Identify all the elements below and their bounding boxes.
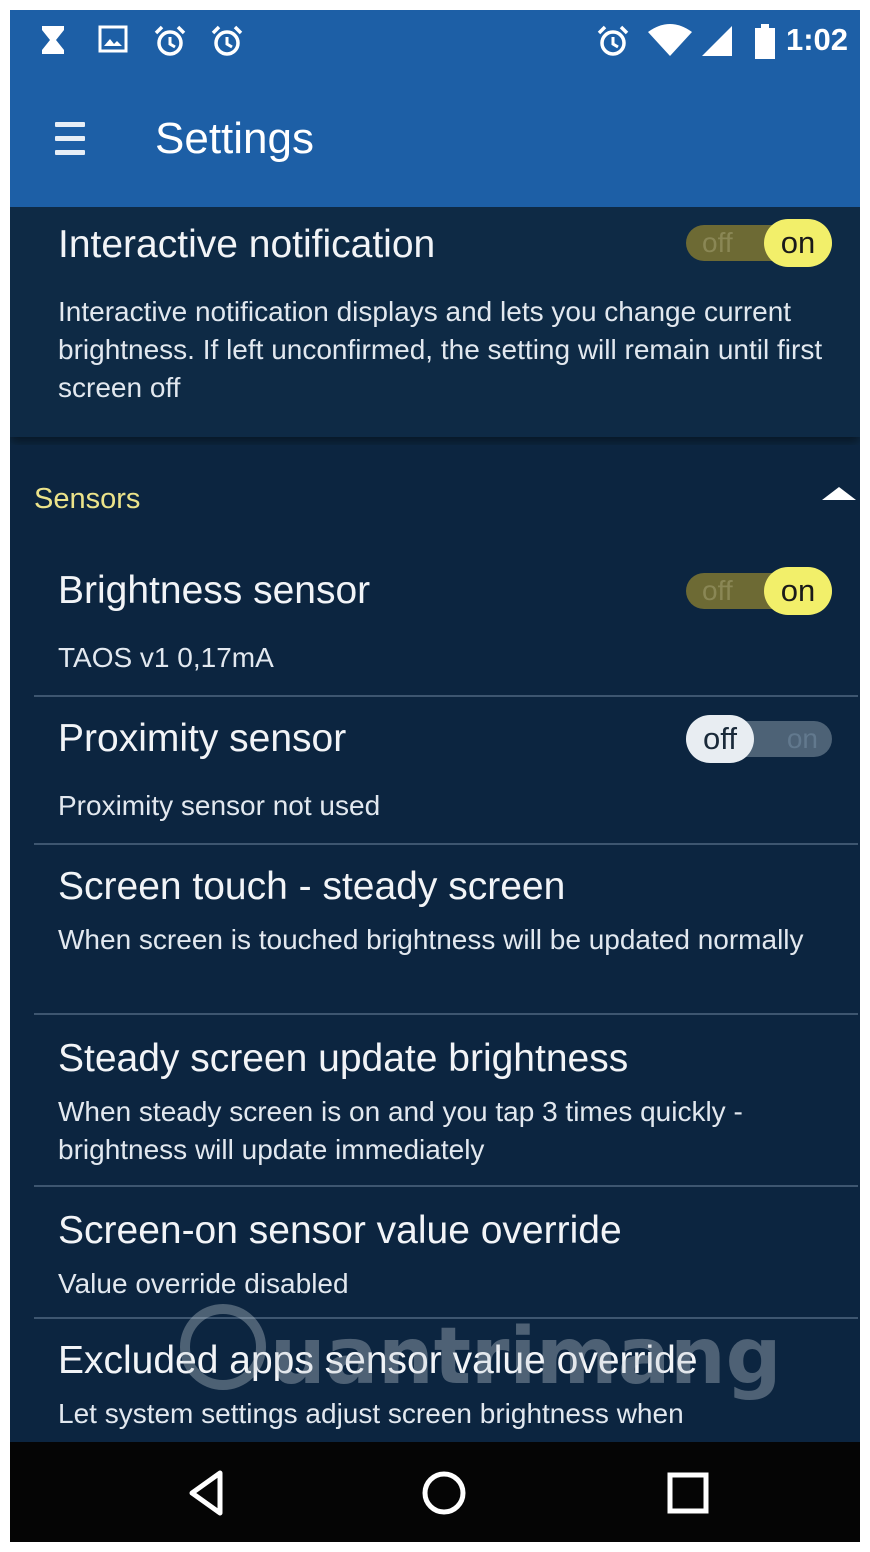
status-bar: 1:02 xyxy=(10,10,860,74)
status-time: 1:02 xyxy=(785,22,848,57)
wifi-icon xyxy=(648,24,692,56)
recents-icon[interactable] xyxy=(660,1467,716,1519)
proximity-sensor-title[interactable]: Proximity sensor xyxy=(58,717,346,761)
toggle-off-label: off xyxy=(702,227,733,258)
toggle-thumb: off xyxy=(686,715,754,763)
divider xyxy=(34,1317,858,1319)
toggle-thumb: on xyxy=(764,219,832,267)
alarm-icon xyxy=(211,25,243,56)
screen-touch-title[interactable]: Screen touch - steady screen xyxy=(58,865,565,909)
back-icon[interactable] xyxy=(180,1467,236,1519)
battery-icon xyxy=(755,24,775,59)
interactive-notification-setting[interactable]: Interactive notification off on Interact… xyxy=(10,207,860,437)
brightness-sensor-title[interactable]: Brightness sensor xyxy=(58,569,370,613)
page-title: Settings xyxy=(155,114,314,163)
toggle-off-label: off xyxy=(702,575,733,606)
brightness-sensor-description: TAOS v1 0,17mA xyxy=(58,642,274,673)
divider xyxy=(34,1185,858,1187)
toggle-thumb: on xyxy=(764,567,832,615)
hourglass-icon xyxy=(42,26,64,54)
interactive-notification-toggle[interactable]: off on xyxy=(686,219,832,267)
hamburger-menu-icon[interactable] xyxy=(55,122,87,160)
steady-screen-title[interactable]: Steady screen update brightness xyxy=(58,1037,628,1081)
phone-screen: 1:02 Settings Interactive notification o… xyxy=(10,10,860,1542)
screen-on-override-description: Value override disabled xyxy=(58,1268,349,1299)
excluded-apps-title[interactable]: Excluded apps sensor value override xyxy=(58,1339,698,1383)
settings-list[interactable]: Interactive notification off on Interact… xyxy=(10,207,860,1442)
proximity-sensor-toggle[interactable]: on off xyxy=(686,715,832,763)
toggle-on-label: on xyxy=(786,723,818,754)
setting-title: Interactive notification xyxy=(58,223,436,266)
divider xyxy=(34,1013,858,1015)
brightness-sensor-toggle[interactable]: off on xyxy=(686,567,832,615)
screen-touch-description: When screen is touched brightness will b… xyxy=(58,924,804,955)
app-bar: Settings xyxy=(10,74,860,207)
alarm-icon xyxy=(597,25,629,56)
divider xyxy=(34,843,858,845)
home-icon[interactable] xyxy=(416,1467,472,1519)
setting-description: Interactive notification displays and le… xyxy=(58,296,823,403)
signal-icon xyxy=(702,26,732,56)
screen-on-override-title[interactable]: Screen-on sensor value override xyxy=(58,1209,622,1253)
section-title-sensors: Sensors xyxy=(34,483,141,515)
proximity-sensor-description: Proximity sensor not used xyxy=(58,790,381,821)
divider xyxy=(34,695,858,697)
collapse-up-icon[interactable] xyxy=(822,487,856,500)
image-icon xyxy=(98,25,128,53)
alarm-icon xyxy=(154,25,186,56)
steady-screen-description: When steady screen is on and you tap 3 t… xyxy=(58,1096,743,1165)
excluded-apps-description: Let system settings adjust screen bright… xyxy=(58,1398,684,1429)
navigation-bar xyxy=(10,1442,860,1542)
